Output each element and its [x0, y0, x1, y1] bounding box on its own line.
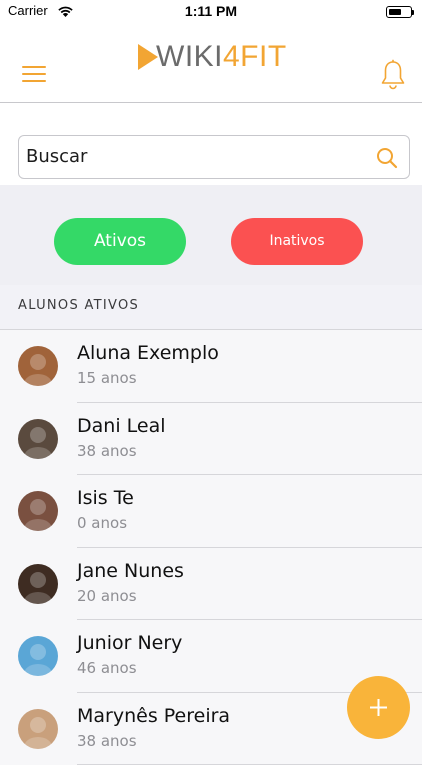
- student-age: 46 anos: [77, 659, 137, 677]
- avatar: [18, 636, 58, 676]
- student-name: Junior Nery: [77, 632, 182, 654]
- student-age: 15 anos: [77, 369, 137, 387]
- search-area: [0, 103, 422, 185]
- plus-icon: [368, 697, 389, 718]
- inactive-filter-button[interactable]: Inativos: [231, 218, 363, 265]
- navigation-bar: WIKI4FIT: [0, 24, 422, 103]
- student-name: Jane Nunes: [77, 560, 184, 582]
- avatar: [18, 419, 58, 459]
- battery-tip: [412, 10, 414, 15]
- student-name: Dani Leal: [77, 415, 166, 437]
- logo-text-4fit: 4FIT: [223, 42, 287, 72]
- avatar: [18, 346, 58, 386]
- app-logo: WIKI4FIT: [138, 42, 287, 72]
- battery-icon: [386, 6, 412, 18]
- hamburger-menu-icon[interactable]: [22, 66, 46, 84]
- search-input[interactable]: [26, 140, 366, 172]
- play-icon: [138, 44, 158, 70]
- student-name: Marynês Pereira: [77, 705, 230, 727]
- student-age: 38 anos: [77, 442, 137, 460]
- avatar: [18, 709, 58, 749]
- student-age: 0 anos: [77, 514, 127, 532]
- clock: 1:11 PM: [0, 3, 422, 19]
- search-icon[interactable]: [376, 147, 398, 169]
- bell-icon[interactable]: [379, 59, 407, 91]
- student-name: Aluna Exemplo: [77, 342, 219, 364]
- add-student-button[interactable]: [347, 676, 410, 739]
- list-item[interactable]: Aluna Exemplo 15 anos: [0, 330, 422, 403]
- list-item[interactable]: Jane Nunes 20 anos: [0, 548, 422, 621]
- status-filter: Ativos Inativos: [0, 185, 422, 285]
- active-filter-button[interactable]: Ativos: [54, 218, 186, 265]
- avatar: [18, 491, 58, 531]
- section-title: ALUNOS ATIVOS: [18, 298, 139, 313]
- student-age: 20 anos: [77, 587, 137, 605]
- list-item[interactable]: Isis Te 0 anos: [0, 475, 422, 548]
- battery-fill: [389, 9, 401, 15]
- logo-text-wiki: WIKI: [156, 42, 223, 72]
- status-bar: Carrier 1:11 PM: [0, 0, 422, 24]
- student-age: 38 anos: [77, 732, 137, 750]
- search-bar: [18, 135, 410, 179]
- avatar: [18, 564, 58, 604]
- list-item[interactable]: Dani Leal 38 anos: [0, 403, 422, 476]
- student-name: Isis Te: [77, 487, 134, 509]
